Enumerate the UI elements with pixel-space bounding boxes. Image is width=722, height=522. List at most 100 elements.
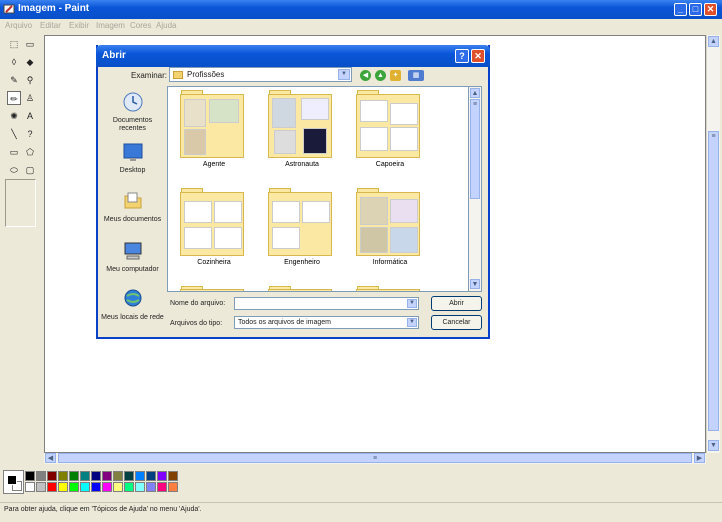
palette-color-swatch[interactable] (80, 482, 90, 492)
palette-color-swatch[interactable] (69, 482, 79, 492)
scroll-right-icon[interactable]: ▶ (694, 453, 705, 463)
palette-color-swatch[interactable] (157, 482, 167, 492)
palette-color-swatch[interactable] (146, 482, 156, 492)
file-list[interactable]: Agente Astronauta Capoeira Cozinheira En… (167, 86, 469, 292)
place-my-computer[interactable]: Meu computador (101, 240, 164, 274)
place-network[interactable]: Meus locais de rede (101, 288, 164, 322)
rounded-rect-icon[interactable]: ▢ (23, 163, 37, 177)
file-list-scroll-thumb[interactable]: ≡ (470, 99, 480, 199)
menu-cores[interactable]: Cores (130, 21, 151, 30)
place-my-documents[interactable]: Meus documentos (101, 190, 164, 224)
palette-color-swatch[interactable] (91, 471, 101, 481)
palette-color-swatch[interactable] (58, 482, 68, 492)
palette-color-swatch[interactable] (124, 482, 134, 492)
fill-bucket-icon[interactable]: ◆ (23, 55, 37, 69)
folder-thumbnail-cozinheira[interactable] (180, 192, 244, 256)
line-icon[interactable]: ╲ (7, 127, 21, 141)
open-button[interactable]: Abrir (431, 296, 482, 311)
close-button[interactable]: ✕ (704, 3, 717, 16)
scroll-down-icon[interactable]: ▼ (708, 440, 719, 451)
scroll-up-icon[interactable]: ▲ (708, 36, 719, 47)
folder-label-agente[interactable]: Agente (169, 161, 259, 168)
maximize-button[interactable]: □ (689, 3, 702, 16)
folder-thumbnail-partial[interactable] (268, 289, 332, 291)
file-type-select[interactable]: Todos os arquivos de imagem ▼ (234, 316, 419, 329)
primary-color[interactable] (7, 475, 17, 485)
palette-color-swatch[interactable] (36, 482, 46, 492)
folder-thumbnail-partial[interactable] (356, 289, 420, 291)
folder-thumbnail-agente[interactable] (180, 94, 244, 158)
magnifier-icon[interactable]: ⚲ (23, 73, 37, 87)
menu-imagem[interactable]: Imagem (96, 21, 125, 30)
tool-options[interactable] (5, 179, 36, 227)
scroll-up-icon[interactable]: ▲ (470, 88, 480, 98)
menu-exibir[interactable]: Exibir (69, 21, 89, 30)
color-picker-icon[interactable]: ✎ (7, 73, 21, 87)
palette-color-swatch[interactable] (91, 482, 101, 492)
palette-color-swatch[interactable] (124, 471, 134, 481)
view-menu-icon[interactable]: ▦ (408, 70, 424, 81)
ellipse-icon[interactable]: ⬭ (7, 163, 21, 177)
palette-color-swatch[interactable] (69, 471, 79, 481)
current-colors[interactable] (3, 470, 24, 494)
dialog-help-button[interactable]: ? (455, 49, 469, 63)
eraser-icon[interactable]: ◊ (7, 55, 21, 69)
menu-editar[interactable]: Editar (40, 21, 61, 30)
horizontal-scrollbar[interactable]: ◀ ≡ ▶ (44, 453, 706, 464)
chevron-down-icon[interactable]: ▼ (407, 318, 417, 327)
folder-thumbnail-informatica[interactable] (356, 192, 420, 256)
palette-color-swatch[interactable] (135, 471, 145, 481)
folder-label-engenheiro[interactable]: Engenheiro (257, 259, 347, 266)
free-select-icon[interactable]: ⬚ (7, 37, 21, 51)
place-desktop[interactable]: Desktop (101, 141, 164, 175)
folder-label-astronauta[interactable]: Astronauta (257, 161, 347, 168)
palette-color-swatch[interactable] (157, 471, 167, 481)
palette-color-swatch[interactable] (102, 482, 112, 492)
cancel-button[interactable]: Cancelar (431, 315, 482, 330)
menu-arquivo[interactable]: Arquivo (5, 21, 32, 30)
palette-color-swatch[interactable] (47, 482, 57, 492)
folder-label-cozinheira[interactable]: Cozinheira (169, 259, 259, 266)
palette-color-swatch[interactable] (113, 471, 123, 481)
airbrush-icon[interactable]: ✺ (7, 109, 21, 123)
brush-icon[interactable]: ♙ (23, 91, 37, 105)
vertical-scrollbar[interactable]: ▲ ≡ ▼ (706, 35, 720, 453)
palette-color-swatch[interactable] (146, 471, 156, 481)
palette-color-swatch[interactable] (80, 471, 90, 481)
text-icon[interactable]: A (23, 109, 37, 123)
chevron-down-icon[interactable]: ▼ (407, 299, 417, 308)
palette-color-swatch[interactable] (25, 482, 35, 492)
folder-label-informatica[interactable]: Informática (345, 259, 435, 266)
minimize-button[interactable]: _ (674, 3, 687, 16)
menu-ajuda[interactable]: Ajuda (156, 21, 176, 30)
folder-label-capoeira[interactable]: Capoeira (345, 161, 435, 168)
palette-color-swatch[interactable] (168, 471, 178, 481)
pencil-icon[interactable]: ✏ (7, 91, 21, 105)
palette-color-swatch[interactable] (135, 482, 145, 492)
palette-color-swatch[interactable] (36, 471, 46, 481)
palette-color-swatch[interactable] (47, 471, 57, 481)
palette-color-swatch[interactable] (168, 482, 178, 492)
look-in-select[interactable]: Profissões ▼ (169, 67, 352, 82)
back-icon[interactable]: ◀ (360, 70, 371, 81)
palette-color-swatch[interactable] (102, 471, 112, 481)
chevron-down-icon[interactable]: ▼ (338, 69, 350, 80)
scroll-down-icon[interactable]: ▼ (470, 279, 480, 289)
new-folder-icon[interactable]: ✦ (390, 70, 401, 81)
horizontal-scroll-thumb[interactable]: ≡ (58, 453, 692, 463)
scroll-left-icon[interactable]: ◀ (45, 453, 56, 463)
vertical-scroll-thumb[interactable]: ≡ (708, 131, 719, 431)
polygon-icon[interactable]: ⬠ (23, 145, 37, 159)
file-name-input[interactable]: ▼ (234, 297, 419, 310)
up-folder-icon[interactable]: ▲ (375, 70, 386, 81)
dialog-close-button[interactable]: ✕ (471, 49, 485, 63)
rect-select-icon[interactable]: ▭ (23, 37, 37, 51)
palette-color-swatch[interactable] (113, 482, 123, 492)
palette-color-swatch[interactable] (58, 471, 68, 481)
folder-thumbnail-astronauta[interactable] (268, 94, 332, 158)
folder-thumbnail-engenheiro[interactable] (268, 192, 332, 256)
curve-icon[interactable]: ? (23, 127, 37, 141)
place-recent[interactable]: Documentos recentes (101, 91, 164, 133)
palette-color-swatch[interactable] (25, 471, 35, 481)
folder-thumbnail-capoeira[interactable] (356, 94, 420, 158)
